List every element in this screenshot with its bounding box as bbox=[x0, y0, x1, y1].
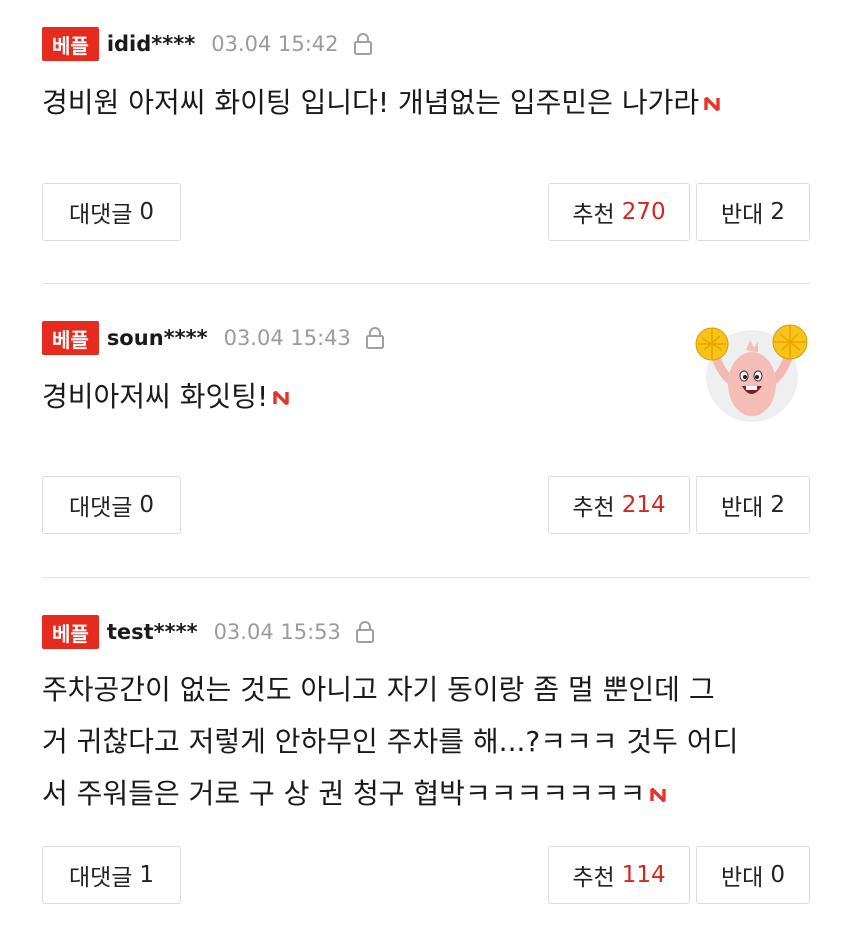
comment-text: 주차공간이 없는 것도 아니고 자기 동이랑 좀 멀 뿐인데 그 거 귀찮다고 … bbox=[42, 664, 822, 820]
recommend-button[interactable]: 추천 114 bbox=[548, 846, 690, 904]
new-badge-icon bbox=[649, 786, 667, 804]
recommend-label: 추천 bbox=[572, 865, 615, 891]
oppose-count: 0 bbox=[770, 862, 785, 888]
comment-item: 베플 test**** 03.04 15:53 주차공간이 없는 것도 아니고 … bbox=[0, 0, 850, 950]
reply-label: 대댓글 bbox=[68, 865, 133, 891]
oppose-label: 반대 bbox=[721, 865, 764, 891]
comment-text-line: 거 귀찮다고 저렇게 안하무인 주차를 해...?ㅋㅋㅋ 것두 어디 bbox=[42, 725, 739, 758]
lock-icon[interactable] bbox=[355, 620, 375, 644]
comment-text-content: 서 주워들은 거로 구 상 권 청구 협박ㅋㅋㅋㅋㅋㅋㅋ bbox=[42, 777, 646, 810]
username[interactable]: test**** bbox=[107, 620, 198, 644]
comment-text-line-last: 서 주워들은 거로 구 상 권 청구 협박ㅋㅋㅋㅋㅋㅋㅋ bbox=[42, 768, 822, 820]
reply-button[interactable]: 대댓글 1 bbox=[42, 846, 181, 904]
comment-text-line: 주차공간이 없는 것도 아니고 자기 동이랑 좀 멀 뿐인데 그 bbox=[42, 673, 715, 706]
recommend-count: 114 bbox=[621, 862, 666, 888]
best-badge: 베플 bbox=[42, 615, 99, 649]
timestamp: 03.04 15:53 bbox=[213, 620, 341, 644]
oppose-button[interactable]: 반대 0 bbox=[696, 846, 810, 904]
reply-count: 1 bbox=[139, 862, 155, 888]
comment-header: 베플 test**** 03.04 15:53 bbox=[42, 614, 375, 650]
